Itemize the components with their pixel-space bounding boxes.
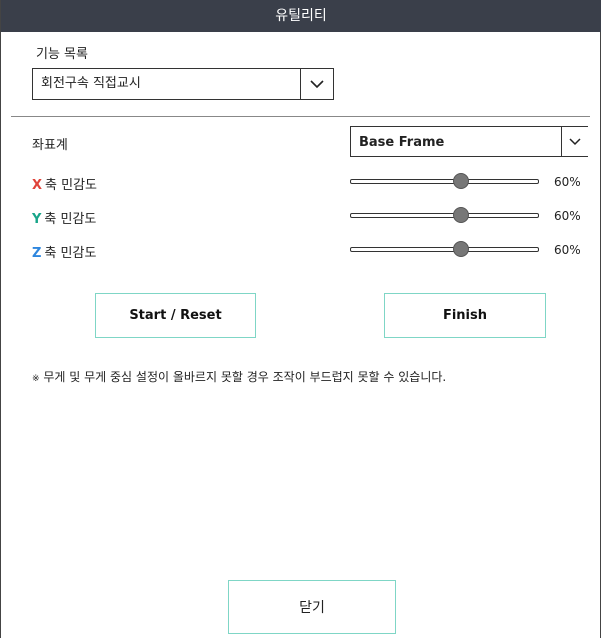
coordinate-label: 좌표계 xyxy=(32,138,68,153)
utility-dialog: 유틸리티 기능 목록 회전구속 직접교시 좌표계 Base Frame X축 민… xyxy=(0,0,601,638)
x-axis-letter: X xyxy=(32,178,43,193)
chevron-down-icon[interactable] xyxy=(300,69,333,99)
y-sensitivity-value: 60% xyxy=(554,209,581,223)
warning-note: ※ 무게 및 무게 중심 설정이 올바르지 못할 경우 조작이 부드럽지 못할 … xyxy=(32,368,446,385)
x-sensitivity-value: 60% xyxy=(554,175,581,189)
function-list-label: 기능 목록 xyxy=(36,47,88,62)
coordinate-select[interactable]: Base Frame xyxy=(350,126,588,157)
z-sensitivity-label: Z축 민감도 xyxy=(32,242,96,261)
coordinate-value: Base Frame xyxy=(359,135,445,150)
x-sensitivity-knob[interactable] xyxy=(453,173,469,189)
y-sensitivity-text: 축 민감도 xyxy=(44,212,97,227)
x-sensitivity-label: X축 민감도 xyxy=(32,174,97,193)
z-sensitivity-value: 60% xyxy=(554,243,581,257)
x-sensitivity-slider[interactable] xyxy=(350,179,539,184)
note-text: 무게 및 무게 중심 설정이 올바르지 못할 경우 조작이 부드럽지 못할 수 … xyxy=(43,370,447,384)
z-sensitivity-text: 축 민감도 xyxy=(44,246,97,261)
y-axis-letter: Y xyxy=(32,212,42,227)
z-sensitivity-knob[interactable] xyxy=(453,241,469,257)
chevron-down-icon[interactable] xyxy=(561,127,588,156)
close-button[interactable]: 닫기 xyxy=(228,580,396,634)
note-symbol: ※ xyxy=(32,374,40,384)
y-sensitivity-knob[interactable] xyxy=(453,207,469,223)
section-divider xyxy=(11,116,590,117)
function-list-value: 회전구속 직접교시 xyxy=(41,76,141,91)
z-sensitivity-slider[interactable] xyxy=(350,247,539,252)
y-sensitivity-label: Y축 민감도 xyxy=(32,208,96,227)
y-sensitivity-slider[interactable] xyxy=(350,213,539,218)
function-list-select[interactable]: 회전구속 직접교시 xyxy=(32,68,334,100)
start-reset-button[interactable]: Start / Reset xyxy=(95,293,256,338)
dialog-title: 유틸리티 xyxy=(1,0,601,32)
z-axis-letter: Z xyxy=(32,246,42,261)
x-sensitivity-text: 축 민감도 xyxy=(45,178,98,193)
finish-button[interactable]: Finish xyxy=(384,293,546,338)
